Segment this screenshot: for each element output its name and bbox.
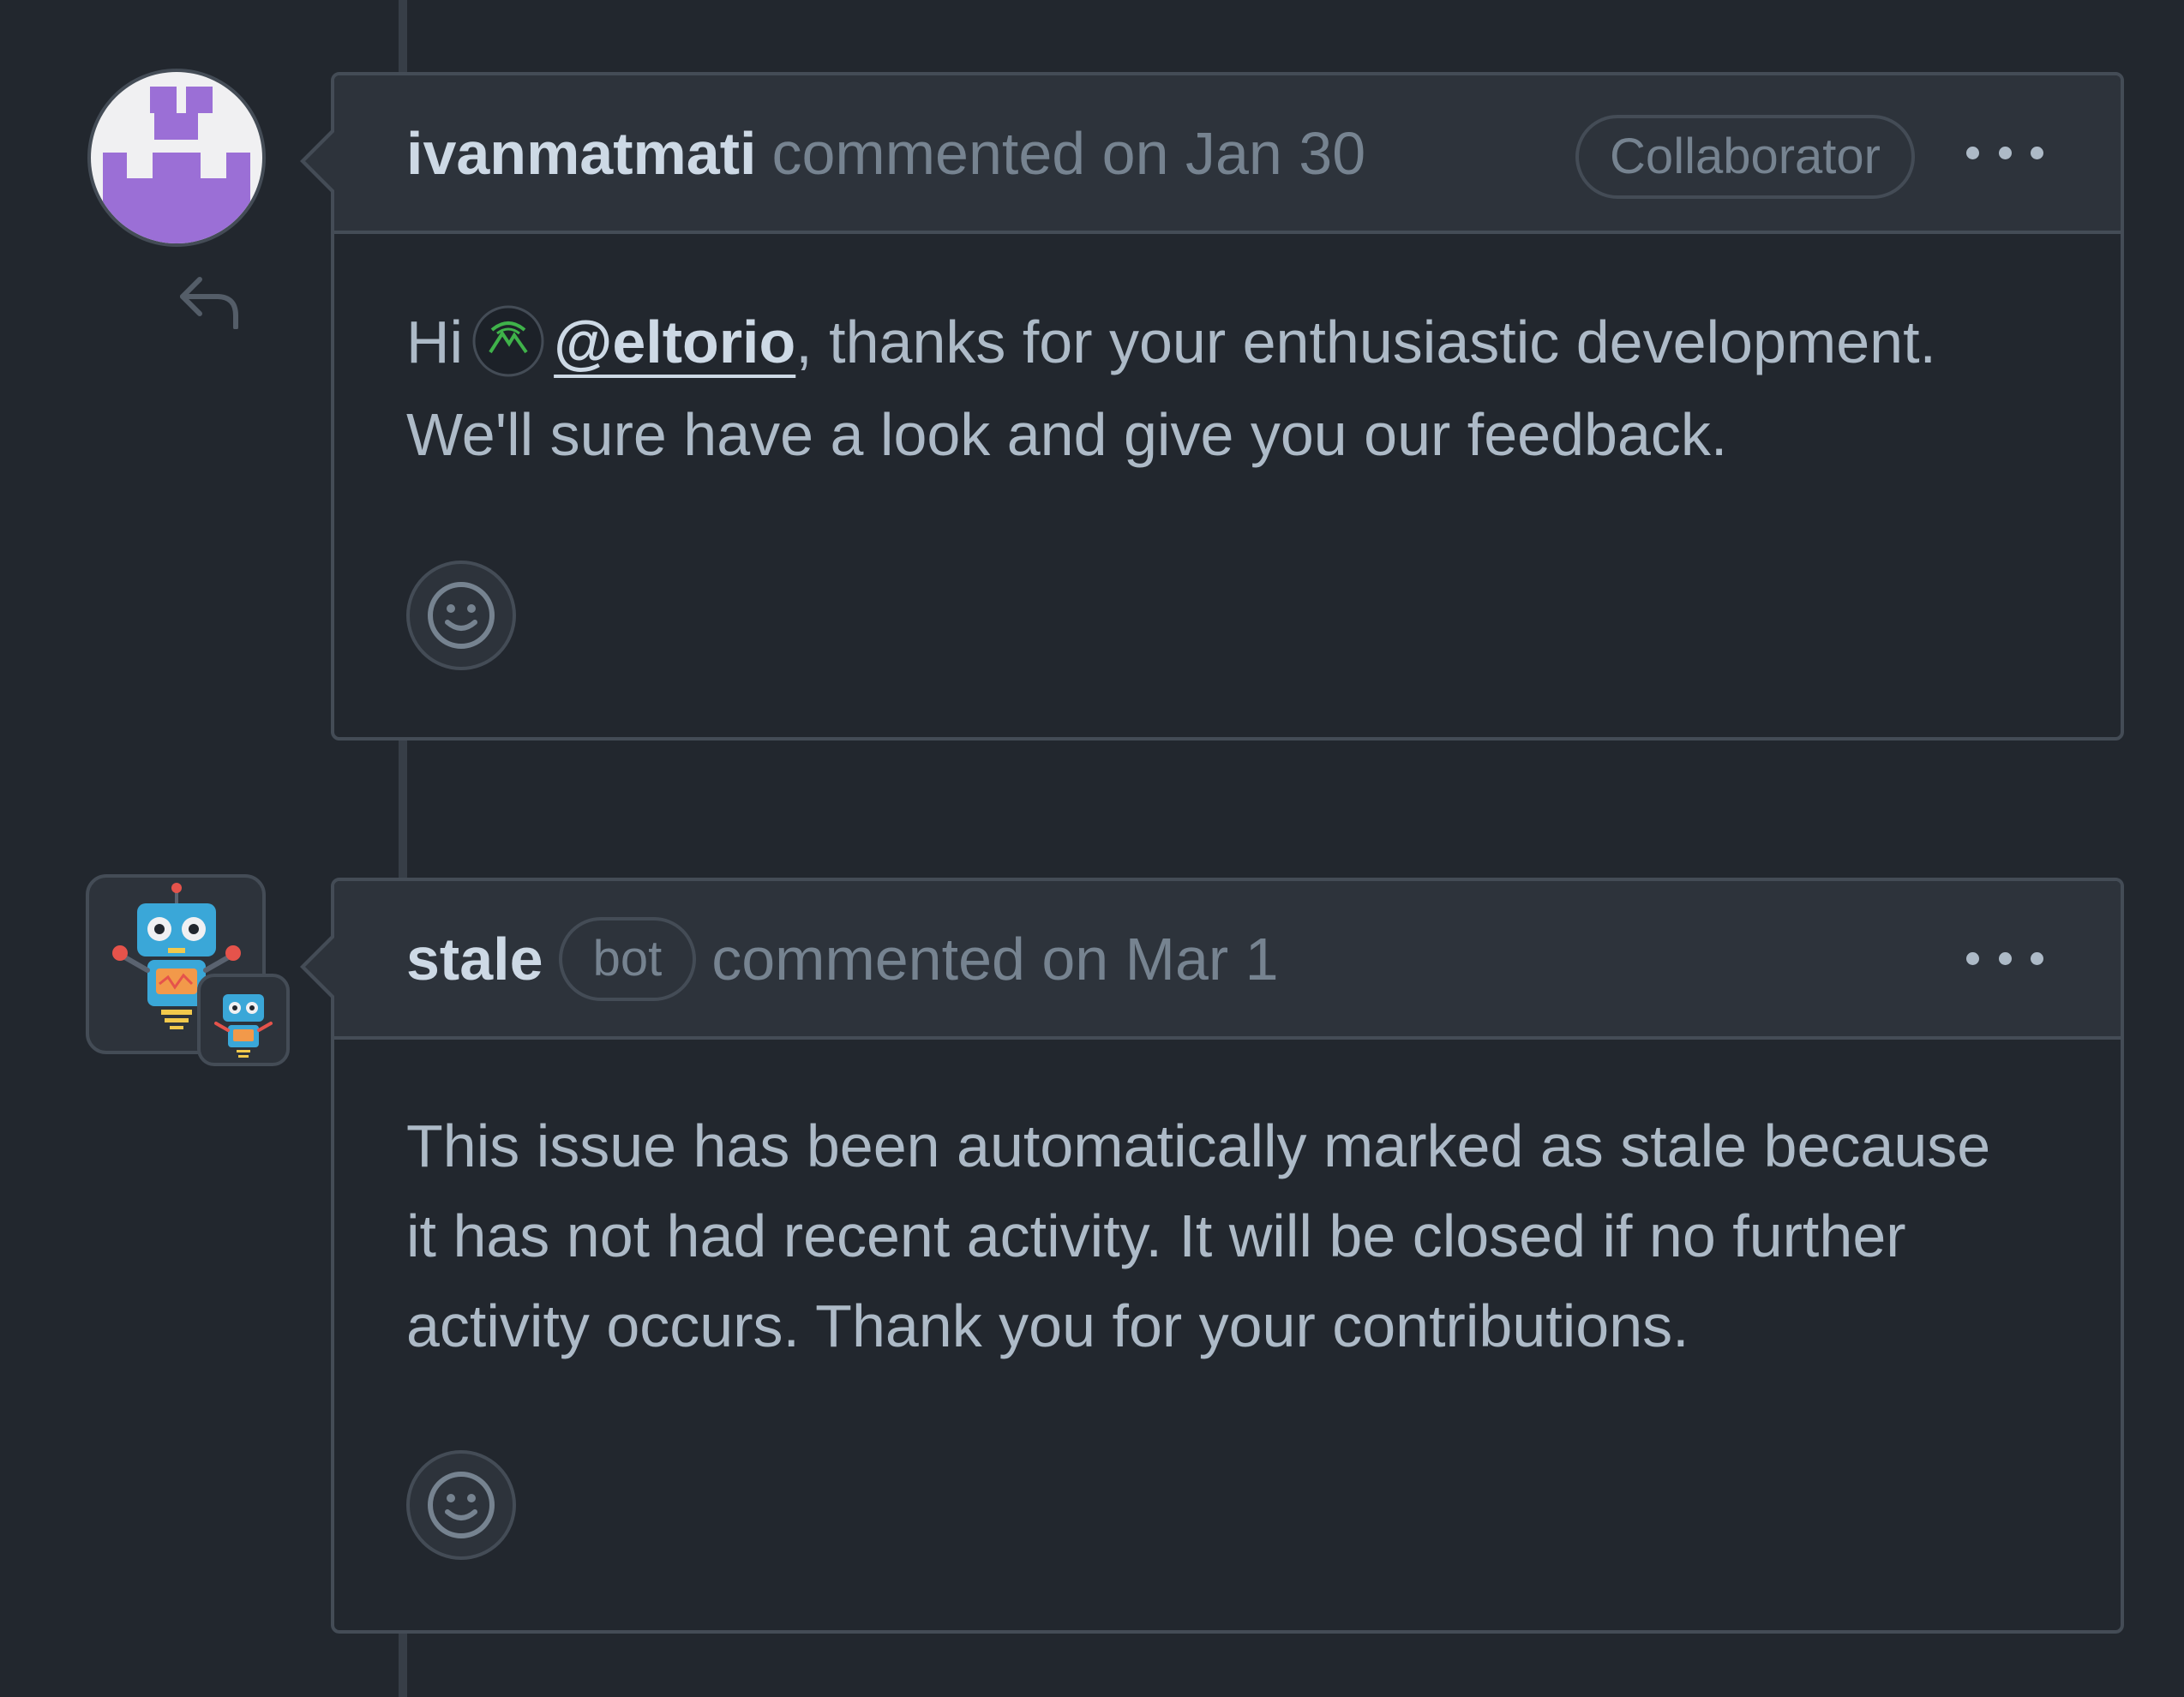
comment-author[interactable]: stale	[406, 925, 543, 993]
kebab-horizontal-icon[interactable]	[1966, 135, 2043, 170]
comment-greeting: Hi	[406, 309, 464, 375]
comment-line: activity occurs. Thank you for your cont…	[406, 1292, 1689, 1359]
comment-timestamp[interactable]: commented on Mar 1	[711, 925, 1278, 993]
comment-text: , thanks for your enthusiastic developme…	[795, 309, 1936, 375]
comment-author[interactable]: ivanmatmati	[406, 119, 756, 188]
comment-card: ivanmatmati commented on Jan 30 Collabor…	[300, 72, 2124, 741]
comment-line: This issue has been automatically marked…	[406, 1112, 1991, 1179]
comment-body: Hi @eltorio, thanks for your enthusiasti…	[334, 234, 2121, 481]
kebab-horizontal-icon[interactable]	[1966, 941, 2043, 975]
smiley-icon	[428, 1472, 495, 1538]
comment-header: stale bot commented on Mar 1	[300, 881, 2121, 1040]
comment-line: We'll sure have a look and give you our …	[406, 401, 1728, 468]
avatar-ivanmatmati[interactable]	[86, 67, 267, 253]
collaborator-badge: Collaborator	[1575, 115, 1915, 199]
comment-timestamp[interactable]: commented on Jan 30	[771, 119, 1365, 188]
comment-header: ivanmatmati commented on Jan 30 Collabor…	[300, 75, 2121, 234]
add-reaction-button[interactable]	[406, 1450, 516, 1560]
bot-badge: bot	[558, 916, 697, 1001]
add-reaction-button[interactable]	[406, 561, 516, 670]
comment-line: it has not had recent activity. It will …	[406, 1202, 1906, 1269]
comment-card: stale bot commented on Mar 1 This issue …	[300, 878, 2124, 1634]
comment-line: Hi @eltorio, thanks for your enthusiasti…	[406, 296, 2049, 388]
reply-icon[interactable]	[176, 274, 243, 333]
mention-avatar[interactable]	[471, 304, 545, 378]
avatar-stale-bot[interactable]	[86, 874, 291, 1084]
comment-body: This issue has been automatically marked…	[334, 1040, 2121, 1371]
user-mention-link[interactable]: @eltorio	[554, 309, 795, 375]
smiley-icon	[428, 582, 495, 649]
